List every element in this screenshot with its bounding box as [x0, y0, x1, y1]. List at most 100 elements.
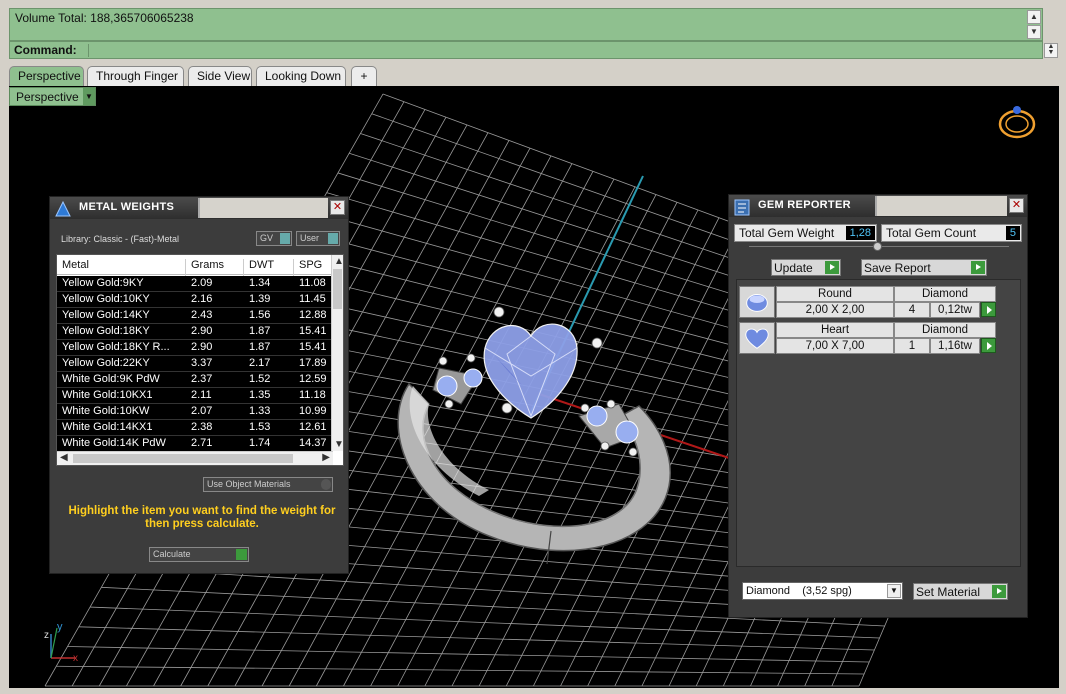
metal-table-row[interactable]: White Gold:10KX1 2.11 1.35 11.18 — [57, 388, 333, 404]
chevron-down-icon[interactable]: ▼ — [887, 584, 901, 598]
splitter-handle-icon[interactable] — [873, 242, 882, 251]
col-dwt-header[interactable]: DWT — [249, 259, 274, 271]
grid-line — [56, 665, 865, 675]
radio-icon[interactable] — [321, 479, 331, 490]
gem-details-arrow-icon[interactable] — [981, 302, 996, 317]
user-selector[interactable]: User — [296, 231, 340, 246]
metal-cell-dwt: 1.34 — [249, 277, 271, 289]
calculate-label: Calculate — [153, 549, 191, 559]
metal-cell-spg: 15.41 — [299, 341, 327, 353]
metal-cell-metal: White Gold:10KW — [62, 405, 150, 417]
gem-details-arrow-icon[interactable] — [981, 338, 996, 353]
metal-table-row[interactable]: Yellow Gold:22KY 3.37 2.17 17.89 — [57, 356, 333, 372]
metal-cell-grams: 2.11 — [191, 389, 212, 401]
calculate-hint: Highlight the item you want to find the … — [68, 505, 336, 530]
update-button[interactable]: Update — [771, 259, 841, 276]
metal-table-row[interactable]: Yellow Gold:14KY 2.43 1.56 12.88 — [57, 308, 333, 324]
ring-model — [397, 306, 671, 565]
metal-cell-dwt: 1.56 — [249, 309, 271, 321]
col-spg-header[interactable]: SPG — [299, 259, 322, 271]
gem-list: Round Diamond 2,00 X 2,00 4 0,12tw Heart… — [736, 279, 1021, 567]
set-material-button[interactable]: Set Material — [913, 583, 1008, 600]
selector-toggle-icon[interactable] — [280, 233, 290, 244]
set-material-label: Set Material — [916, 585, 981, 599]
tab-through-finger[interactable]: Through Finger — [87, 66, 184, 86]
metal-cell-dwt: 1.35 — [249, 389, 271, 401]
close-icon[interactable]: ✕ — [1009, 198, 1024, 213]
axis-y-label: y — [57, 621, 63, 633]
metal-cell-grams: 2.09 — [191, 277, 213, 289]
gem-size: 7,00 X 7,00 — [776, 338, 894, 354]
metal-table-row[interactable]: White Gold:9K PdW 2.37 1.52 12.59 — [57, 372, 333, 388]
gem-size: 2,00 X 2,00 — [776, 302, 894, 318]
use-object-materials-toggle[interactable]: Use Object Materials — [203, 477, 333, 492]
scroll-down-icon[interactable]: ▼ — [1027, 25, 1041, 39]
metal-table-row[interactable]: White Gold:10KW 2.07 1.33 10.99 — [57, 404, 333, 420]
scroll-right-icon[interactable]: ▶ — [322, 452, 330, 463]
metal-cell-dwt: 1.53 — [249, 421, 271, 433]
gem-count: 4 — [894, 302, 930, 318]
scroll-thumb[interactable] — [333, 269, 342, 309]
metal-table-row[interactable]: White Gold:14K PdW 2.71 1.74 14.37 — [57, 436, 333, 452]
metal-weights-titlebar[interactable]: METAL WEIGHTS ✕ — [50, 197, 348, 219]
total-gem-weight-value: 1,28 — [845, 226, 875, 240]
metal-table-row[interactable]: White Gold:14KX1 2.38 1.53 12.61 — [57, 420, 333, 436]
gem-row[interactable]: Heart Diamond 7,00 X 7,00 1 1,16tw — [739, 322, 999, 356]
metal-cell-dwt: 1.74 — [249, 437, 271, 449]
viewport-selector-label: Perspective — [16, 90, 79, 104]
tab-perspective[interactable]: Perspective — [9, 66, 84, 86]
metal-cell-dwt: 1.87 — [249, 341, 271, 353]
save-report-button[interactable]: Save Report — [861, 259, 987, 276]
gem-shape: Heart — [776, 322, 894, 338]
add-tab-button[interactable]: + — [351, 66, 377, 86]
viewport-selector[interactable]: Perspective ▼ — [9, 87, 96, 106]
metal-cell-spg: 11.18 — [299, 389, 326, 401]
metal-cell-spg: 10.99 — [299, 405, 327, 417]
scroll-thumb[interactable] — [73, 454, 293, 463]
chevron-down-icon[interactable]: ▼ — [83, 88, 95, 105]
command-line[interactable]: Command: ▲ ▼ — [9, 41, 1058, 59]
material-select[interactable]: Diamond (3,52 spg) ▼ — [742, 582, 903, 600]
metal-weights-icon — [55, 200, 71, 217]
gem-reporter-panel: GEM REPORTER ✕ Total Gem Weight 1,28 Tot… — [728, 194, 1028, 618]
metal-cell-dwt: 1.87 — [249, 325, 271, 337]
metal-table-row[interactable]: Yellow Gold:18KY 2.90 1.87 15.41 — [57, 324, 333, 340]
gem-reporter-titlebar[interactable]: GEM REPORTER ✕ — [729, 195, 1027, 217]
tab-looking-down[interactable]: Looking Down — [256, 66, 346, 86]
perspective-viewport[interactable]: x y z Perspective ▼ METAL WEIGHTS ✕ Libr… — [9, 86, 1059, 688]
scroll-up-icon[interactable]: ▲ — [1027, 10, 1041, 24]
col-metal-header[interactable]: Metal — [62, 259, 89, 271]
command-spin-icon[interactable]: ▲ ▼ — [1044, 43, 1058, 58]
metal-cell-spg: 17.89 — [299, 357, 327, 369]
metal-cell-grams: 2.71 — [191, 437, 213, 449]
selector-toggle-icon[interactable] — [328, 233, 338, 244]
calculate-button[interactable]: Calculate — [149, 547, 249, 562]
col-grams-header[interactable]: Grams — [191, 259, 224, 271]
unit-selector[interactable]: GV — [256, 231, 292, 246]
play-icon — [236, 549, 247, 560]
horizontal-scrollbar[interactable]: ◀ ▶ — [57, 451, 333, 465]
metal-cell-grams: 2.90 — [191, 325, 213, 337]
metal-table-row[interactable]: Yellow Gold:18KY R... 2.90 1.87 15.41 — [57, 340, 333, 356]
titlebar-fill — [198, 198, 328, 218]
gem-row[interactable]: Round Diamond 2,00 X 2,00 4 0,12tw — [739, 286, 999, 320]
metal-cell-grams: 2.37 — [191, 373, 213, 385]
metal-table-row[interactable]: Yellow Gold:10KY 2.16 1.39 11.45 — [57, 292, 333, 308]
gem-reporter-icon — [734, 199, 750, 216]
scroll-up-icon[interactable]: ▲ — [334, 256, 343, 267]
metal-cell-dwt: 1.33 — [249, 405, 271, 417]
unit-selector-value: GV — [260, 233, 274, 243]
metal-cell-metal: White Gold:10KX1 — [62, 389, 153, 401]
metal-cell-dwt: 1.39 — [249, 293, 271, 305]
close-icon[interactable]: ✕ — [330, 200, 345, 215]
scroll-left-icon[interactable]: ◀ — [60, 452, 68, 463]
metal-table-row[interactable]: Yellow Gold:9KY 2.09 1.34 11.08 — [57, 276, 333, 292]
tab-side-view[interactable]: Side View — [188, 66, 252, 86]
library-label: Library: Classic - (Fast)-Metal — [61, 234, 180, 244]
metal-table[interactable]: Metal Grams DWT SPG Yellow Gold:9KY 2.09 1… — [56, 254, 344, 466]
vertical-scrollbar[interactable]: ▲ ▼ — [331, 255, 343, 451]
total-gem-count-label: Total Gem Count — [886, 226, 977, 240]
gem-count: 1 — [894, 338, 930, 354]
update-label: Update — [774, 261, 813, 275]
scroll-down-icon[interactable]: ▼ — [334, 439, 343, 450]
